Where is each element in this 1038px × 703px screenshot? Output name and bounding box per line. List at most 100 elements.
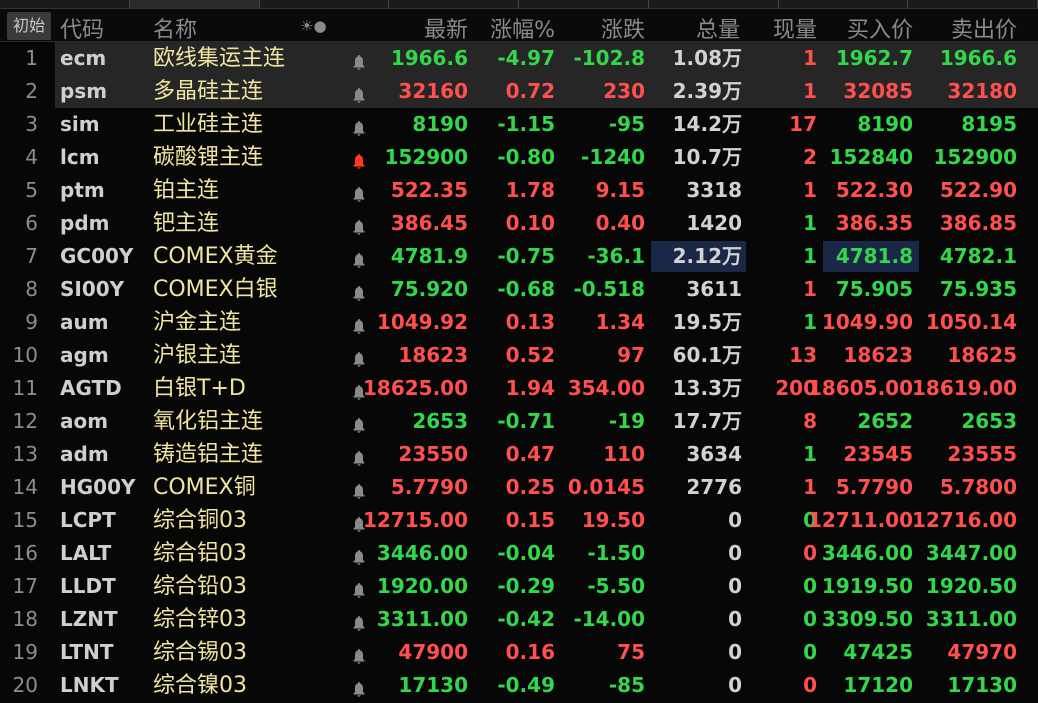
bell-icon[interactable] <box>352 183 366 202</box>
symbol-code[interactable]: LLDT <box>60 574 116 599</box>
symbol-name[interactable]: 综合铅03 <box>153 574 247 599</box>
bell-icon[interactable] <box>352 84 366 103</box>
col-code[interactable]: 代码 <box>60 12 104 44</box>
symbol-code[interactable]: aom <box>60 409 108 434</box>
symbol-name[interactable]: 沪金主连 <box>153 310 241 335</box>
table-row[interactable]: 5 ptm 铂主连 522.35 1.78 9.15 3318 1 522.30 522.90 <box>0 174 1038 207</box>
tab[interactable] <box>389 0 519 8</box>
bell-icon[interactable] <box>352 414 366 433</box>
bell-icon[interactable] <box>352 117 366 136</box>
table-row[interactable]: 19 LTNT 综合锡03 47900 0.16 75 0 0 47425 47970 <box>0 636 1038 669</box>
symbol-code[interactable]: GC00Y <box>60 244 133 269</box>
col-pct[interactable]: 涨幅% <box>490 12 555 44</box>
col-alert-icons[interactable]: ☀● <box>300 17 327 35</box>
col-last[interactable]: 最新 <box>424 12 468 44</box>
col-name[interactable]: 名称 <box>153 12 197 44</box>
bell-icon[interactable] <box>352 579 366 598</box>
symbol-name[interactable]: 综合锡03 <box>153 640 247 665</box>
table-row[interactable]: 7 GC00Y COMEX黄金 4781.9 -0.75 -36.1 2.12万 1 4781.… <box>0 240 1038 273</box>
symbol-code[interactable]: sim <box>60 112 100 137</box>
table-row[interactable]: 18 LZNT 综合锌03 3311.00 -0.42 -14.00 0 0 3309.50 33… <box>0 603 1038 636</box>
symbol-code[interactable]: HG00Y <box>60 475 135 500</box>
table-row[interactable]: 17 LLDT 综合铅03 1920.00 -0.29 -5.50 0 0 1919.50 192… <box>0 570 1038 603</box>
tab[interactable] <box>908 0 1038 8</box>
col-cur[interactable]: 现量 <box>773 12 817 44</box>
col-chg[interactable]: 涨跌 <box>601 12 645 44</box>
symbol-name[interactable]: 铸造铝主连 <box>153 442 263 467</box>
table-row[interactable]: 6 pdm 钯主连 386.45 0.10 0.40 1420 1 386.35 386.85 <box>0 207 1038 240</box>
col-ask[interactable]: 卖出价 <box>951 12 1017 44</box>
total-volume: 14.2万 <box>673 112 742 137</box>
change-percent: -0.80 <box>497 145 555 169</box>
symbol-name[interactable]: 钯主连 <box>153 211 219 236</box>
col-bid[interactable]: 买入价 <box>847 12 913 44</box>
symbol-code[interactable]: adm <box>60 442 109 467</box>
bell-icon[interactable] <box>352 447 366 466</box>
table-row[interactable]: 10 agm 沪银主连 18623 0.52 97 60.1万 13 18623 18625 <box>0 339 1038 372</box>
col-vol[interactable]: 总量 <box>696 12 740 44</box>
change-amount: 0.0145 <box>567 475 645 499</box>
table-row[interactable]: 13 adm 铸造铝主连 23550 0.47 110 3634 1 23545 23555 <box>0 438 1038 471</box>
bell-icon[interactable] <box>352 612 366 631</box>
bell-icon[interactable] <box>352 150 366 169</box>
table-row[interactable]: 1 ecm 欧线集运主连 1966.6 -4.97 -102.8 1.08万 1 1962.7 1… <box>0 42 1038 75</box>
bell-icon[interactable] <box>352 249 366 268</box>
tab[interactable] <box>649 0 779 8</box>
bell-icon[interactable] <box>352 315 366 334</box>
symbol-name[interactable]: 白银T+D <box>153 376 246 401</box>
table-row[interactable]: 12 aom 氧化铝主连 2653 -0.71 -19 17.7万 8 2652 2653 <box>0 405 1038 438</box>
symbol-code[interactable]: AGTD <box>60 376 122 401</box>
symbol-name[interactable]: COMEX铜 <box>153 475 256 500</box>
symbol-code[interactable]: SI00Y <box>60 277 124 302</box>
symbol-name[interactable]: 铂主连 <box>153 178 219 203</box>
table-row[interactable]: 4 lcm 碳酸锂主连 152900 -0.80 -1240 10.7万 2 152840 152… <box>0 141 1038 174</box>
init-button[interactable]: 初始 <box>7 12 51 40</box>
symbol-code[interactable]: LNKT <box>60 673 119 698</box>
symbol-code[interactable]: agm <box>60 343 109 368</box>
symbol-code[interactable]: ecm <box>60 46 106 71</box>
table-row[interactable]: 14 HG00Y COMEX铜 5.7790 0.25 0.0145 2776 1 5.7790… <box>0 471 1038 504</box>
symbol-name[interactable]: COMEX黄金 <box>153 244 278 269</box>
symbol-code[interactable]: LTNT <box>60 640 113 665</box>
symbol-name[interactable]: 综合镍03 <box>153 673 247 698</box>
symbol-name[interactable]: 综合铜03 <box>153 508 247 533</box>
symbol-code[interactable]: ptm <box>60 178 105 203</box>
bell-icon[interactable] <box>352 348 366 367</box>
symbol-name[interactable]: COMEX白银 <box>153 277 278 302</box>
table-row[interactable]: 15 LCPT 综合铜03 12715.00 0.15 19.50 0 0 12711.00 12… <box>0 504 1038 537</box>
symbol-code[interactable]: lcm <box>60 145 100 170</box>
table-row[interactable]: 9 aum 沪金主连 1049.92 0.13 1.34 19.5万 1 1049.90 1050… <box>0 306 1038 339</box>
bell-icon[interactable] <box>352 678 366 697</box>
symbol-code[interactable]: LALT <box>60 541 111 566</box>
symbol-name[interactable]: 综合铝03 <box>153 541 247 566</box>
tab[interactable] <box>779 0 909 8</box>
bell-icon[interactable] <box>352 480 366 499</box>
symbol-code[interactable]: LZNT <box>60 607 118 632</box>
tab[interactable] <box>519 0 649 8</box>
symbol-name[interactable]: 欧线集运主连 <box>153 46 285 71</box>
symbol-code[interactable]: aum <box>60 310 109 335</box>
tab[interactable] <box>0 0 130 8</box>
table-row[interactable]: 20 LNKT 综合镍03 17130 -0.49 -85 0 0 17120 17130 <box>0 669 1038 702</box>
tab-active[interactable] <box>129 0 260 8</box>
bell-icon[interactable] <box>352 51 366 70</box>
symbol-name[interactable]: 综合锌03 <box>153 607 247 632</box>
table-row[interactable]: 8 SI00Y COMEX白银 75.920 -0.68 -0.518 3611 1 75.90… <box>0 273 1038 306</box>
symbol-name[interactable]: 氧化铝主连 <box>153 409 263 434</box>
bell-icon[interactable] <box>352 216 366 235</box>
bell-icon[interactable] <box>352 645 366 664</box>
table-row[interactable]: 2 psm 多晶硅主连 32160 0.72 230 2.39万 1 32085 32180 <box>0 75 1038 108</box>
symbol-name[interactable]: 沪银主连 <box>153 343 241 368</box>
bell-icon[interactable] <box>352 546 366 565</box>
symbol-name[interactable]: 碳酸锂主连 <box>153 145 263 170</box>
table-row[interactable]: 16 LALT 综合铝03 3446.00 -0.04 -1.50 0 0 3446.00 344… <box>0 537 1038 570</box>
symbol-code[interactable]: LCPT <box>60 508 116 533</box>
tab[interactable] <box>260 0 390 8</box>
symbol-code[interactable]: psm <box>60 79 107 104</box>
table-row[interactable]: 3 sim 工业硅主连 8190 -1.15 -95 14.2万 17 8190 8195 <box>0 108 1038 141</box>
table-row[interactable]: 11 AGTD 白银T+D 18625.00 1.94 354.00 13.3万 200 186… <box>0 372 1038 405</box>
bell-icon[interactable] <box>352 282 366 301</box>
symbol-name[interactable]: 工业硅主连 <box>153 112 263 137</box>
symbol-code[interactable]: pdm <box>60 211 109 236</box>
symbol-name[interactable]: 多晶硅主连 <box>153 79 263 104</box>
